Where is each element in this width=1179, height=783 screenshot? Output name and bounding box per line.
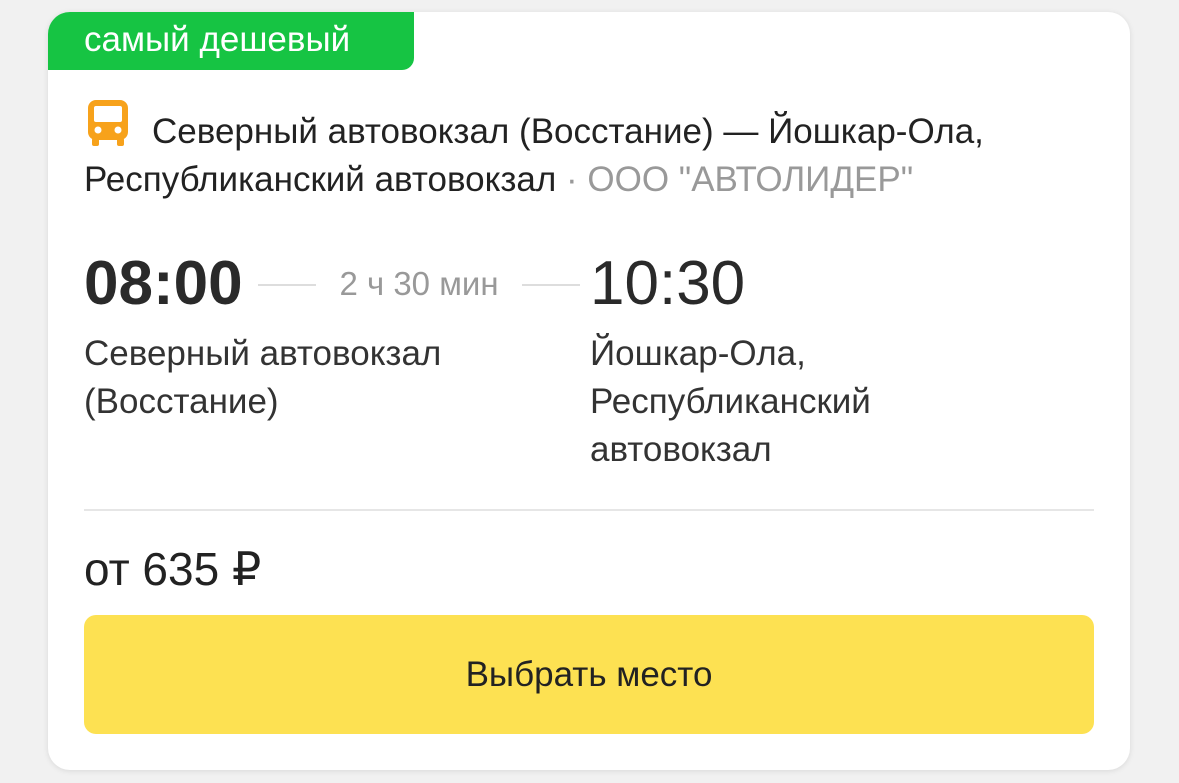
route-title: Северный автовокзал (Восстание) — Йошкар… xyxy=(84,108,1104,204)
trip-card[interactable]: самый дешевый Северный автовокзал (Восст… xyxy=(48,12,1130,770)
divider xyxy=(84,509,1094,511)
departure-time: 08:00 xyxy=(84,249,243,318)
price: от 635 ₽ xyxy=(84,543,262,595)
arrival-time: 10:30 xyxy=(590,249,746,318)
select-seat-button[interactable]: Выбрать место xyxy=(84,615,1094,734)
duration-line-left xyxy=(258,284,316,286)
duration-line-right xyxy=(522,284,580,286)
departure-station: Северный автовокзал (Восстание) xyxy=(84,334,442,421)
carrier-name: ООО "АВТОЛИДЕР" xyxy=(587,160,914,199)
carrier-separator: · xyxy=(556,160,588,199)
cheapest-badge: самый дешевый xyxy=(48,12,414,70)
trip-duration: 2 ч 30 мин xyxy=(339,265,499,302)
arrival-station: Йошкар-Ола, Республиканский автовокзал xyxy=(590,334,871,469)
